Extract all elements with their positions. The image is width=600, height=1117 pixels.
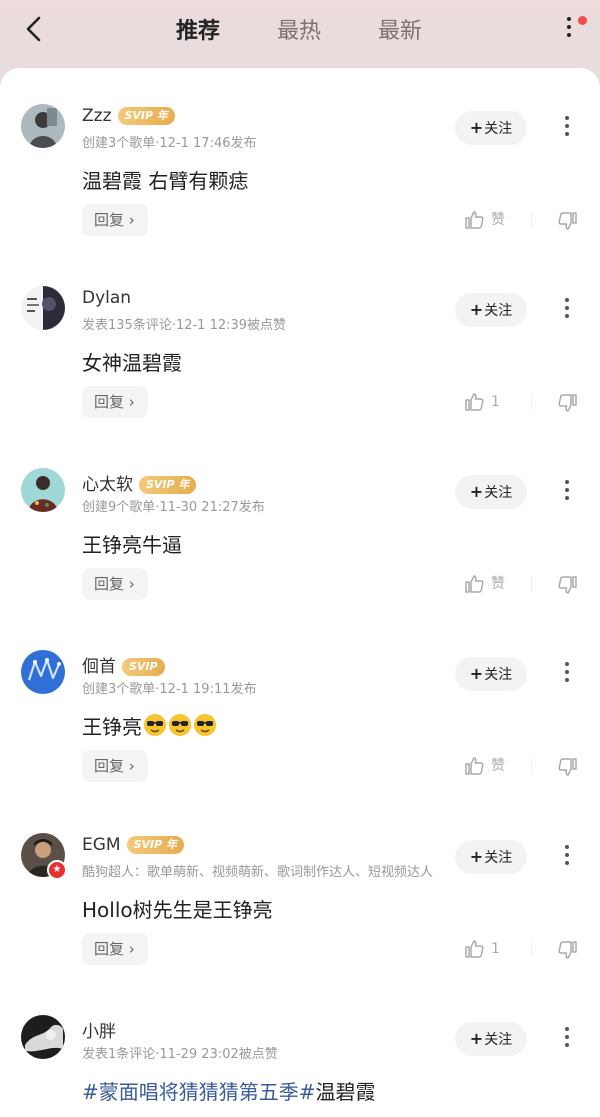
comment-item: Zzz SVIP 年 创建3个歌单·12-1 17:46发布 +关注 温碧霞 右臂… bbox=[0, 68, 600, 250]
comment-item: ★ EGM SVIP 年 酷狗超人：歌单萌新、视频萌新、歌词制作达人、短视频达人 … bbox=[0, 797, 600, 979]
thumbs-down-icon[interactable] bbox=[557, 574, 579, 596]
thumbs-up-icon bbox=[465, 211, 484, 229]
like-button[interactable]: 赞 bbox=[463, 573, 505, 595]
more-icon[interactable] bbox=[560, 478, 574, 506]
comment-item: 小胖 发表1条评论·11-29 23:02被点赞 +关注 #蒙面唱将猜猜猜第五季… bbox=[0, 979, 600, 1117]
more-icon[interactable] bbox=[560, 114, 574, 142]
comment-meta: 创建9个歌单·11-30 21:27发布 bbox=[82, 500, 265, 515]
comment-text: #蒙面唱将猜猜猜第五季#温碧霞 bbox=[82, 1080, 376, 1104]
comment-meta: 创建3个歌单·12-1 19:11发布 bbox=[82, 682, 257, 697]
top-bar: 推荐 最热 最新 bbox=[0, 0, 600, 66]
avatar[interactable] bbox=[21, 104, 65, 148]
star-badge-icon: ★ bbox=[47, 860, 67, 880]
comment-text: Hollo树先生是王铮亮 bbox=[82, 898, 273, 922]
thumbs-up-icon bbox=[465, 757, 484, 775]
avatar[interactable] bbox=[21, 1015, 65, 1059]
reply-button[interactable]: 回复 › bbox=[82, 386, 148, 418]
tab-newest[interactable]: 最新 bbox=[378, 13, 422, 45]
like-button[interactable]: 1 bbox=[463, 938, 500, 960]
sunglasses-emoji-icon bbox=[169, 714, 191, 736]
comment-text: 王铮亮牛逼 bbox=[82, 533, 182, 557]
follow-button[interactable]: +关注 bbox=[455, 293, 527, 327]
comment-list: Zzz SVIP 年 创建3个歌单·12-1 17:46发布 +关注 温碧霞 右臂… bbox=[0, 68, 600, 1117]
sunglasses-emoji-icon bbox=[144, 714, 166, 736]
thumbs-up-icon bbox=[465, 575, 484, 593]
comment-text: 温碧霞 右臂有颗痣 bbox=[82, 169, 249, 193]
reply-button[interactable]: 回复 › bbox=[82, 750, 148, 782]
thumbs-down-icon[interactable] bbox=[557, 939, 579, 961]
reply-button[interactable]: 回复 › bbox=[82, 568, 148, 600]
username[interactable]: Zzz bbox=[82, 106, 112, 126]
tab-recommended[interactable]: 推荐 bbox=[176, 13, 220, 45]
username[interactable]: EGM bbox=[82, 835, 121, 855]
username[interactable]: 佪首 bbox=[82, 657, 116, 677]
reply-button[interactable]: 回复 › bbox=[82, 204, 148, 236]
username[interactable]: 心太软 bbox=[82, 475, 133, 495]
comment-item: Dylan 发表135条评论·12-1 12:39被点赞 +关注 女神温碧霞 回… bbox=[0, 250, 600, 432]
comment-tabs: 推荐 最热 最新 bbox=[0, 13, 600, 49]
thumbs-up-icon bbox=[465, 393, 484, 411]
more-icon[interactable] bbox=[560, 660, 574, 688]
svip-badge: SVIP bbox=[122, 658, 165, 676]
avatar[interactable] bbox=[21, 650, 65, 694]
thumbs-down-icon[interactable] bbox=[557, 756, 579, 778]
comment-meta: 创建3个歌单·12-1 17:46发布 bbox=[82, 136, 257, 151]
comment-meta: 发表135条评论·12-1 12:39被点赞 bbox=[82, 318, 287, 333]
thumbs-down-icon[interactable] bbox=[557, 210, 579, 232]
comment-meta: 酷狗超人：歌单萌新、视频萌新、歌词制作达人、短视频达人 bbox=[82, 865, 434, 880]
comment-meta: 发表1条评论·11-29 23:02被点赞 bbox=[82, 1047, 278, 1062]
hashtag-link[interactable]: #蒙面唱将猜猜猜第五季# bbox=[82, 1080, 316, 1104]
tab-hottest[interactable]: 最热 bbox=[277, 13, 321, 45]
sunglasses-emoji-icon bbox=[194, 714, 216, 736]
username[interactable]: Dylan bbox=[82, 288, 131, 308]
reply-button[interactable]: 回复 › bbox=[82, 933, 148, 965]
like-button[interactable]: 赞 bbox=[463, 755, 505, 777]
thumbs-up-icon bbox=[465, 940, 484, 958]
svip-badge: SVIP 年 bbox=[117, 107, 175, 125]
follow-button[interactable]: +关注 bbox=[455, 475, 527, 509]
svip-badge: SVIP 年 bbox=[126, 836, 185, 854]
follow-button[interactable]: +关注 bbox=[455, 1022, 527, 1056]
notification-dot bbox=[578, 16, 587, 25]
more-icon[interactable] bbox=[560, 1025, 574, 1053]
thumbs-down-icon[interactable] bbox=[557, 392, 579, 414]
more-icon[interactable] bbox=[560, 296, 574, 324]
avatar[interactable] bbox=[21, 286, 65, 330]
more-options-icon[interactable] bbox=[562, 14, 576, 44]
follow-button[interactable]: +关注 bbox=[455, 840, 527, 874]
svip-badge: SVIP 年 bbox=[139, 476, 197, 494]
username[interactable]: 小胖 bbox=[82, 1022, 116, 1042]
comment-item: 佪首 SVIP 创建3个歌单·12-1 19:11发布 +关注 王铮亮 回复 › … bbox=[0, 614, 600, 796]
more-icon[interactable] bbox=[560, 843, 574, 871]
like-button[interactable]: 赞 bbox=[463, 209, 505, 231]
follow-button[interactable]: +关注 bbox=[455, 657, 527, 691]
avatar[interactable] bbox=[21, 468, 65, 512]
like-button[interactable]: 1 bbox=[463, 391, 500, 413]
comment-item: 心太软 SVIP 年 创建9个歌单·11-30 21:27发布 +关注 王铮亮牛逼… bbox=[0, 432, 600, 614]
comment-text: 王铮亮 bbox=[82, 711, 217, 740]
comment-text: 女神温碧霞 bbox=[82, 351, 182, 375]
follow-button[interactable]: +关注 bbox=[455, 111, 527, 145]
